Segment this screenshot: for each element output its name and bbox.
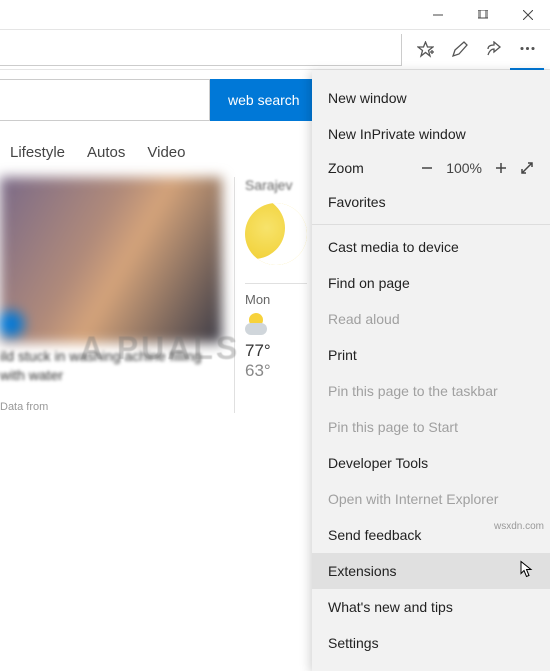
menu-extensions[interactable]: Extensions (312, 553, 550, 589)
star-add-icon (417, 41, 434, 58)
toolbar-actions (402, 30, 550, 70)
article-thumbnail (0, 177, 222, 343)
menu-pin-taskbar: Pin this page to the taskbar (312, 373, 550, 409)
favorites-button[interactable] (408, 30, 442, 70)
weather-widget[interactable]: Sarajev Mon 77° 63° (234, 177, 317, 413)
divider (245, 283, 307, 284)
nav-lifestyle[interactable]: Lifestyle (10, 144, 65, 161)
nav-video[interactable]: Video (147, 144, 185, 161)
minimize-icon (433, 10, 443, 20)
zoom-in-button[interactable] (494, 161, 508, 175)
zoom-out-button[interactable] (420, 161, 434, 175)
more-button[interactable] (510, 30, 544, 70)
article-card[interactable]: ild stuck in washing achine filling with… (0, 177, 222, 413)
weather-temps: 77° 63° (245, 341, 307, 382)
notes-button[interactable] (442, 30, 476, 70)
expand-icon (520, 161, 534, 175)
cursor-icon (520, 561, 534, 582)
menu-pin-start: Pin this page to Start (312, 409, 550, 445)
article-caption: ild stuck in washing achine filling with… (0, 347, 222, 385)
weather-city: Sarajev (245, 177, 307, 193)
menu-extensions-label: Extensions (328, 563, 396, 579)
share-icon (485, 41, 502, 58)
menu-read-aloud: Read aloud (312, 301, 550, 337)
partly-cloudy-icon (245, 313, 273, 335)
menu-new-window[interactable]: New window (312, 80, 550, 116)
menu-new-inprivate[interactable]: New InPrivate window (312, 116, 550, 152)
plus-icon (494, 161, 508, 175)
maximize-icon (478, 10, 488, 20)
address-bar[interactable] (0, 34, 402, 66)
play-icon (0, 311, 24, 337)
moon-icon (245, 203, 307, 265)
browser-toolbar (0, 30, 550, 70)
close-icon (523, 10, 533, 20)
more-icon (519, 40, 536, 57)
menu-open-ie: Open with Internet Explorer (312, 481, 550, 517)
maximize-button[interactable] (460, 0, 505, 30)
more-menu: New window New InPrivate window Zoom 100… (312, 70, 550, 671)
menu-cast[interactable]: Cast media to device (312, 229, 550, 265)
temp-low: 63° (245, 361, 307, 381)
nav-autos[interactable]: Autos (87, 144, 125, 161)
weather-day: Mon (245, 292, 307, 307)
menu-separator (312, 224, 550, 225)
minus-icon (420, 161, 434, 175)
search-input[interactable] (0, 79, 210, 121)
menu-whats-new[interactable]: What's new and tips (312, 589, 550, 625)
share-button[interactable] (476, 30, 510, 70)
menu-settings[interactable]: Settings (312, 625, 550, 661)
temp-high: 77° (245, 341, 307, 361)
menu-zoom-row: Zoom 100% (312, 152, 550, 184)
zoom-label: Zoom (328, 160, 420, 176)
close-button[interactable] (505, 0, 550, 30)
menu-favorites[interactable]: Favorites (312, 184, 550, 220)
pen-icon (451, 41, 468, 58)
menu-dev-tools[interactable]: Developer Tools (312, 445, 550, 481)
window-titlebar (0, 0, 550, 30)
zoom-value: 100% (446, 160, 482, 176)
minimize-button[interactable] (415, 0, 460, 30)
web-search-button[interactable]: web search (210, 79, 318, 121)
menu-find[interactable]: Find on page (312, 265, 550, 301)
data-from-label: Data from (0, 401, 222, 413)
image-credit: wsxdn.com (494, 521, 544, 532)
menu-print[interactable]: Print (312, 337, 550, 373)
fullscreen-button[interactable] (520, 161, 534, 175)
